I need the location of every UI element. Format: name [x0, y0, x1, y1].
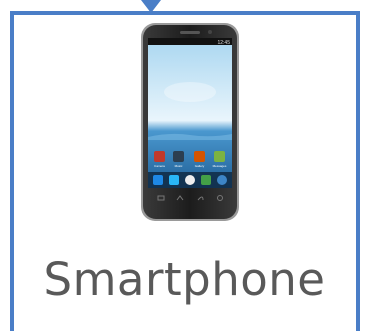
- app-label-camera: Camera: [154, 164, 165, 168]
- browser-app-icon: [201, 175, 211, 185]
- smartphone-image: 12:45 Camera Music Gallery Messages: [141, 23, 239, 221]
- status-bar-time: 12:45: [217, 40, 230, 46]
- globe-app-icon: [217, 175, 227, 185]
- front-camera: [208, 30, 212, 34]
- gallery-app-icon: [194, 151, 205, 162]
- app-drawer-icon: [185, 175, 195, 185]
- earpiece: [180, 31, 200, 34]
- app-label-music: Music: [175, 164, 183, 168]
- contacts-app-icon: [169, 175, 179, 185]
- app-label-messages: Messages: [213, 164, 227, 168]
- phone-app-icon: [153, 175, 163, 185]
- music-app-icon: [173, 151, 184, 162]
- app-label-gallery: Gallery: [195, 164, 205, 168]
- messages-app-icon: [214, 151, 225, 162]
- camera-app-icon: [154, 151, 165, 162]
- node-label: Smartphone: [43, 253, 326, 306]
